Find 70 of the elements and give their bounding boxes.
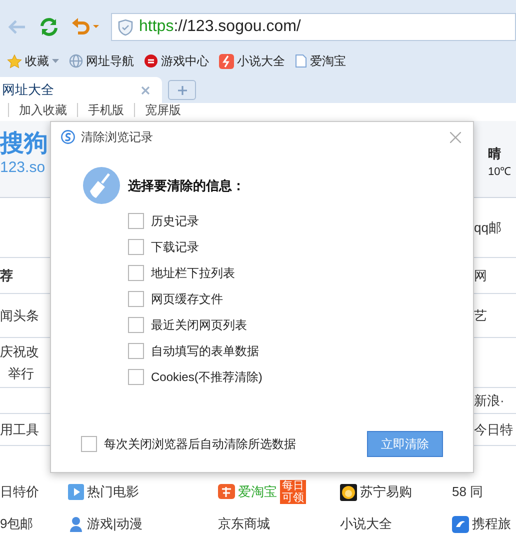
page-text: 庆祝改 [0,342,39,360]
page-text: 用工具 [0,420,39,438]
option-checkbox[interactable] [128,317,144,333]
option-checkbox[interactable] [128,369,144,385]
play-icon [68,484,84,500]
site-link[interactable]: 热门电影 [87,482,139,502]
bookmark-item[interactable]: 网址导航 [69,52,134,70]
option-label: Cookies(不推荐清除) [151,369,262,386]
caret-icon [52,59,59,63]
shield-icon [118,18,133,36]
page-text: 艺 [474,306,488,325]
shopping-icon [218,484,235,500]
broom-icon [83,167,120,204]
option-checkbox[interactable] [128,239,144,255]
page-text: 举行 [7,364,35,382]
bookmark-item[interactable]: 爱淘宝 [295,52,346,70]
undo-icon[interactable] [71,17,99,37]
page-text: 新浪· [474,392,506,410]
bookmark-item[interactable]: 收藏 [7,52,59,70]
star-icon [7,54,22,68]
site-link[interactable]: 日特价 [0,482,39,502]
back-icon[interactable] [7,19,27,35]
option-label: 历史记录 [151,213,199,230]
option-label: 最近关闭网页列表 [151,317,247,334]
dialog-heading: 选择要清除的信息： [128,176,245,195]
site-link[interactable]: 58 同 [452,482,484,502]
close-icon[interactable] [450,132,461,142]
new-tab-button[interactable] [168,80,196,100]
globe-icon [69,54,83,68]
page-text: 今日特 [474,420,514,439]
site-link[interactable]: 游戏|动漫 [87,514,142,534]
option-label: 地址栏下拉列表 [151,265,235,282]
address-bar[interactable]: https://123.sogou.com/ [111,13,516,41]
temperature: 10℃ [488,164,512,180]
bookmark-item[interactable]: 游戏中心 [144,52,209,70]
site-link[interactable]: 小说大全 [340,514,392,534]
auto-clear-checkbox[interactable] [81,436,97,452]
site-link[interactable]: 9包邮 [0,514,34,534]
option-label: 网页缓存文件 [151,291,223,308]
browser-logo-icon [61,130,75,144]
option-label: 下载记录 [151,239,199,256]
weather-condition: 晴 [488,145,502,163]
logo-domain: 123.so [0,158,46,178]
browser-tab[interactable]: 网址大全 [0,77,162,103]
option-checkbox[interactable] [128,213,144,229]
document-icon [295,54,307,68]
refresh-icon[interactable] [39,17,59,37]
bookmark-item[interactable]: 小说大全 [219,52,285,70]
page-text: 荐 [0,266,13,284]
page-link[interactable]: 宽屏版 [134,103,191,117]
novel-icon [219,54,234,68]
page-link[interactable]: 手机版 [77,103,134,117]
page-text: 闻头条 [0,306,39,324]
option-label: 自动填写的表单数据 [151,343,259,360]
page-link[interactable]: 加入收藏 [8,103,77,117]
dialog-title: 清除浏览记录 [81,129,153,146]
option-checkbox[interactable] [128,291,144,307]
option-checkbox[interactable] [128,343,144,359]
plus-icon [178,86,186,94]
auto-clear-label: 每次关闭浏览器后自动清除所选数据 [104,436,296,453]
site-link[interactable]: 携程旅 [472,514,511,534]
url-text: https://123.sogou.com/ [139,17,301,37]
page-text: qq邮 [474,218,502,237]
site-link[interactable]: 苏宁易购 [360,482,412,502]
site-link[interactable]: 京东商城 [218,514,270,534]
person-icon [68,516,84,532]
promo-badge: 每日可领 [280,480,306,504]
close-icon[interactable] [141,86,150,94]
page-text: 网 [474,266,488,285]
option-checkbox[interactable] [128,265,144,281]
